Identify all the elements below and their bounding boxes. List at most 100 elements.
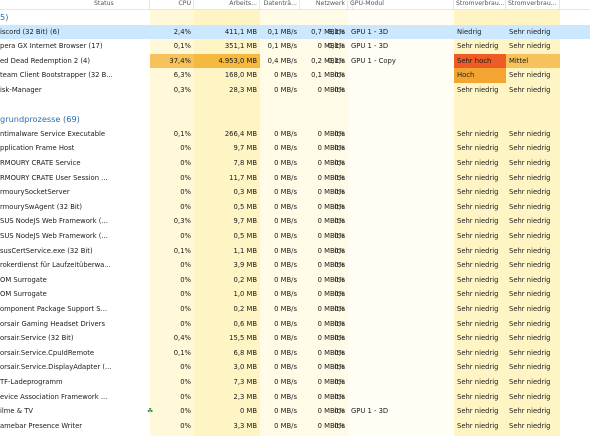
col-header-memory[interactable]: Arbeits... [194, 0, 260, 9]
process-row[interactable]: SUS NodeJS Web Framework (... 0,3% 9,7 MB 0… [0, 214, 590, 229]
memory-cell: 0,2 MB [233, 275, 258, 284]
col-header-power[interactable]: Stromverbrau... [454, 0, 506, 9]
cpu-cell: 0% [180, 202, 191, 211]
process-row[interactable]: evice Association Framework ... 0% 2,3 MB 0… [0, 390, 590, 405]
process-row[interactable]: team Client Bootstrapper (32 B... 6,3% 168… [0, 68, 590, 83]
power-trend-cell: Sehr niedrig [509, 421, 551, 430]
power-trend-cell: Sehr niedrig [509, 378, 551, 386]
memory-cell: 3,9 MB [233, 261, 258, 270]
cpu-cell: 0,3% [173, 217, 191, 226]
process-name: iscord (32 Bit) (6) [0, 27, 60, 36]
disk-cell: 0,1 MB/s [267, 27, 297, 36]
gpu-cell: 0% [334, 246, 345, 255]
process-row[interactable]: susCertService.exe (32 Bit) 0,1% 1,1 MB 0 M… [0, 244, 590, 259]
process-row[interactable]: ntimalware Service Executable 0,1% 266,4 M… [0, 127, 590, 142]
process-name: rokerdienst für Laufzeitüberwa... [0, 261, 111, 270]
process-row[interactable]: isk-Manager 0,3% 28,3 MB 0 MB/s 0 MBit/s 0% Se… [0, 83, 590, 98]
memory-cell: 411,1 MB [224, 27, 257, 36]
process-row[interactable]: TF-Ladeprogramm 0% 7,3 MB 0 MB/s 0 MBit/s 0% S… [0, 375, 590, 390]
process-name: SUS NodeJS Web Framework (... [0, 232, 108, 240]
disk-cell: 0 MB/s [274, 261, 297, 270]
gpu-engine-cell [348, 200, 454, 215]
col-header-status[interactable]: Status [92, 0, 150, 9]
power-cell: Sehr niedrig [457, 275, 499, 284]
group-apps[interactable]: 5) [0, 10, 590, 25]
gpu-engine-cell: GPU 1 - Copy [351, 56, 396, 65]
gpu-engine-cell [348, 244, 454, 259]
gpu-engine-cell [348, 83, 454, 98]
process-row[interactable]: rmourySocketServer 0% 0,3 MB 0 MB/s 0 MBit/s… [0, 185, 590, 200]
gpu-cell: 0% [334, 290, 345, 299]
gpu-cell: 0% [334, 378, 345, 386]
memory-cell: 0,3 MB [233, 188, 258, 197]
process-row[interactable]: rokerdienst für Laufzeitüberwa... 0% 3,9 M… [0, 258, 590, 273]
cpu-cell: 0% [180, 290, 191, 299]
process-row[interactable]: omponent Package Support S... 0% 0,2 MB 0 M… [0, 302, 590, 317]
process-name: ntimalware Service Executable [0, 129, 106, 138]
memory-cell: 0,5 MB [233, 232, 258, 240]
process-row[interactable]: pera GX Internet Browser (17) 0,1% 351,1 M… [0, 39, 590, 54]
gpu-engine-cell [348, 273, 454, 288]
gpu-engine-cell [348, 127, 454, 142]
power-cell: Sehr niedrig [457, 392, 499, 401]
process-row[interactable]: iscord (32 Bit) (6) 2,4% 411,1 MB 0,1 MB/s 0… [0, 24, 590, 40]
col-header-disk[interactable]: Datenträ... [260, 0, 300, 9]
process-row[interactable]: RMOURY CRATE User Session ... 0% 11,7 MB 0 … [0, 171, 590, 186]
cpu-cell: 6,3% [173, 71, 191, 80]
col-header-gpu-engine[interactable]: GPU-Modul [348, 0, 454, 9]
process-row[interactable]: rmourySwAgent (32 Bit) 0% 0,5 MB 0 MB/s 0 MB… [0, 200, 590, 215]
disk-cell: 0 MB/s [274, 348, 297, 357]
disk-cell: 0 MB/s [274, 129, 297, 138]
power-cell: Sehr niedrig [457, 86, 499, 94]
process-row[interactable]: orsair.Service (32 Bit) 0,4% 15,5 MB 0 MB/s… [0, 331, 590, 346]
gpu-cell: 0,1% [327, 42, 345, 51]
process-name: RMOURY CRATE Service [0, 159, 81, 167]
memory-cell: 11,7 MB [229, 173, 257, 182]
cpu-cell: 0% [180, 363, 191, 372]
disk-cell: 0 MB/s [274, 290, 297, 299]
gpu-engine-cell [348, 171, 454, 186]
disk-cell: 0 MB/s [274, 334, 297, 343]
gpu-engine-cell [348, 141, 454, 156]
power-cell: Sehr niedrig [457, 232, 499, 240]
memory-cell: 1,1 MB [233, 246, 258, 255]
col-header-network[interactable]: Netzwerk [300, 0, 348, 9]
power-cell: Sehr niedrig [457, 159, 499, 167]
disk-cell: 0 MB/s [274, 217, 297, 226]
gpu-cell: 0% [334, 392, 345, 401]
process-row[interactable]: amebar Presence Writer 0% 3,3 MB 0 MB/s 0 MB… [0, 419, 590, 434]
process-row[interactable]: RMOURY CRATE Service 0% 7,8 MB 0 MB/s 0 MBit… [0, 156, 590, 171]
memory-cell: 3,0 MB [233, 363, 258, 372]
gpu-engine-cell: GPU 1 - 3D [351, 27, 389, 36]
memory-cell: 15,5 MB [229, 334, 257, 343]
group-background[interactable]: grundprozesse (69) [0, 112, 590, 127]
process-row[interactable]: orsair Gaming Headset Drivers 0% 0,6 MB 0 M… [0, 317, 590, 332]
process-row[interactable]: orsair.Service.DisplayAdapter (... 0% 3,0 … [0, 360, 590, 375]
process-row[interactable]: ilme & TV ☘ 0% 0 MB 0 MB/s 0 MBit/s 0% GPU 1 - … [0, 404, 590, 419]
power-cell: Sehr niedrig [457, 144, 499, 153]
gpu-cell: 0,1% [327, 56, 345, 65]
process-row[interactable]: OM Surrogate 0% 1,0 MB 0 MB/s 0 MBit/s 0% Sehr… [0, 287, 590, 302]
disk-cell: 0 MB/s [274, 202, 297, 211]
process-row[interactable]: OM Surrogate 0% 0,2 MB 0 MB/s 0 MBit/s 0% Sehr… [0, 273, 590, 288]
power-trend-cell: Sehr niedrig [509, 188, 551, 197]
process-row[interactable]: orsair.Service.CpuIdRemote 0,1% 6,8 MB 0 MB… [0, 346, 590, 361]
disk-cell: 0 MB/s [274, 173, 297, 182]
col-header-power-trend[interactable]: Stromverbrau... [506, 0, 560, 9]
memory-cell: 7,3 MB [233, 378, 258, 386]
process-row[interactable]: pplication Frame Host 0% 9,7 MB 0 MB/s 0 MBi… [0, 141, 590, 156]
disk-cell: 0 MB/s [274, 421, 297, 430]
process-row[interactable]: SUS NodeJS Web Framework (... 0% 0,5 MB 0 M… [0, 229, 590, 244]
process-name: RMOURY CRATE User Session ... [0, 173, 108, 182]
power-cell: Sehr niedrig [457, 188, 499, 197]
power-cell: Sehr niedrig [457, 421, 499, 430]
power-cell: Sehr niedrig [457, 290, 499, 299]
gpu-engine-cell [348, 419, 454, 434]
col-header-cpu[interactable]: CPU [150, 0, 194, 9]
power-trend-cell: Sehr niedrig [509, 217, 551, 226]
memory-cell: 0,5 MB [233, 202, 258, 211]
memory-cell: 9,7 MB [233, 217, 258, 226]
cpu-cell: 0,1% [173, 246, 191, 255]
process-row[interactable]: ed Dead Redemption 2 (4) 37,4% 4.953,0 MB 0… [0, 53, 590, 69]
process-name: susCertService.exe (32 Bit) [0, 246, 93, 255]
